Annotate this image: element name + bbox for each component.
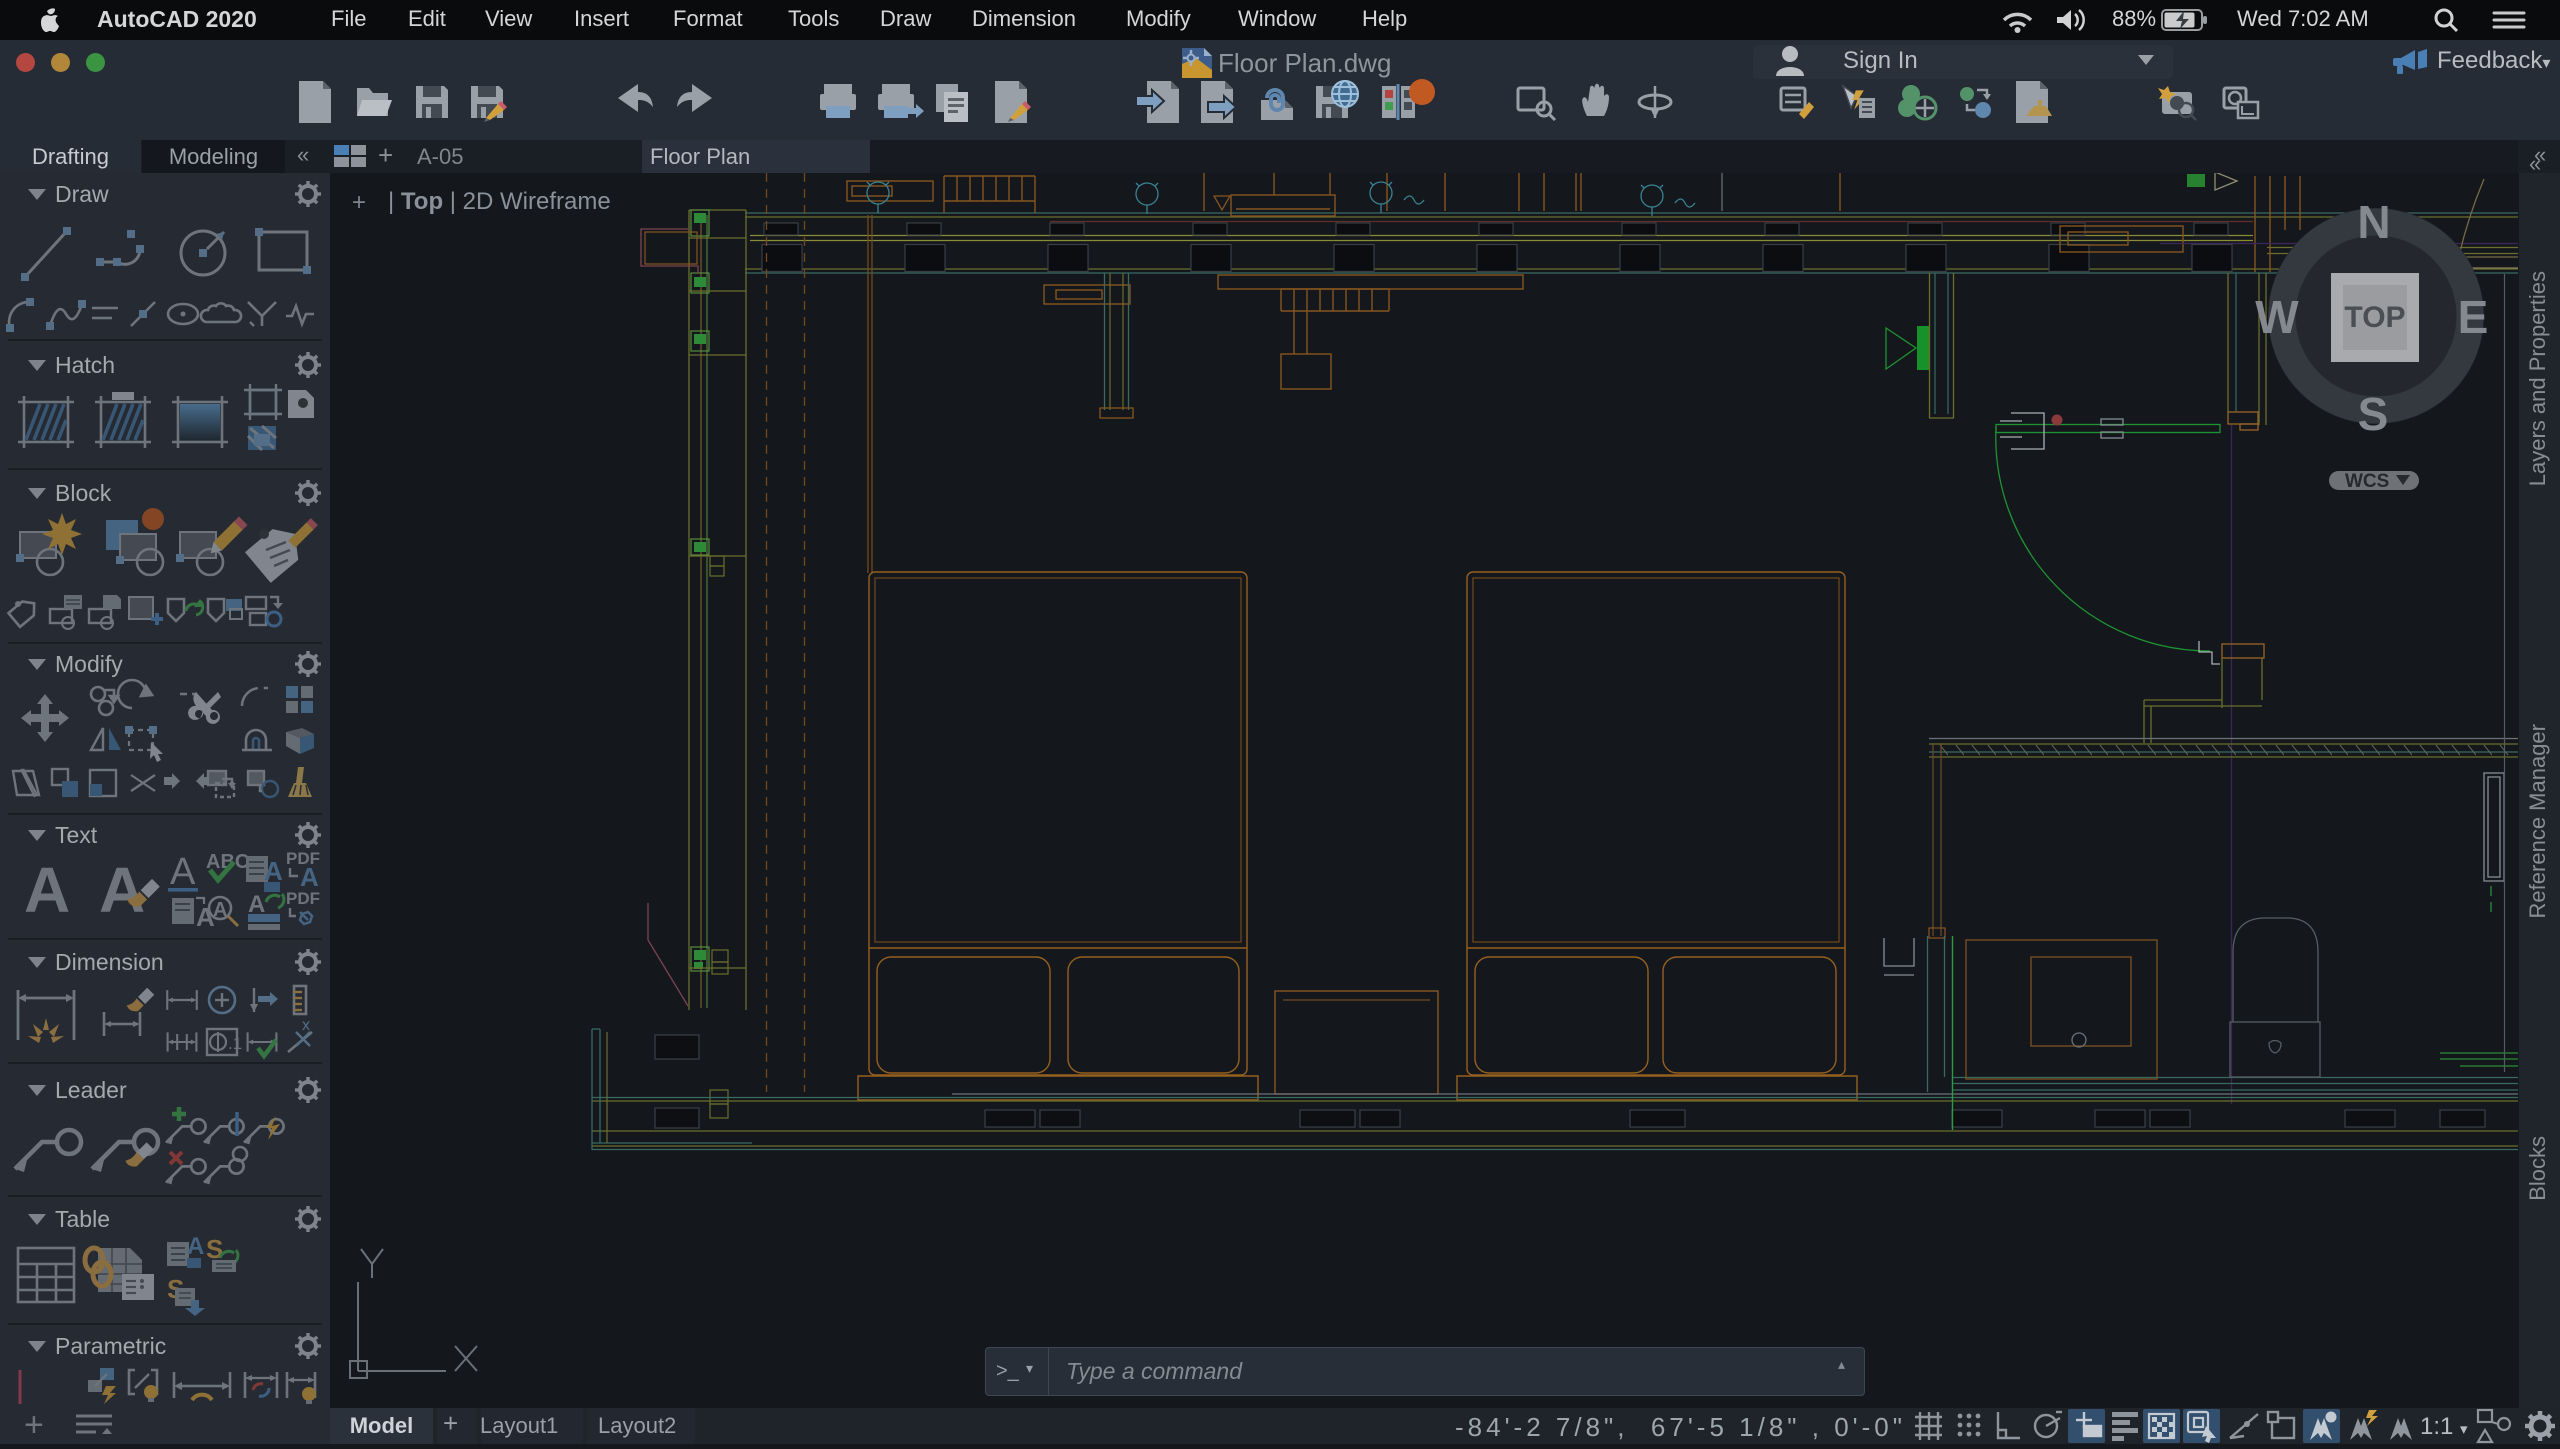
svg-text:TOP: TOP: [2344, 301, 2405, 334]
svg-text:Hatch: Hatch: [55, 352, 115, 378]
svg-text:Dimension: Dimension: [55, 949, 164, 975]
svg-text:Parametric: Parametric: [55, 1333, 166, 1359]
svg-text:A: A: [264, 856, 283, 886]
svg-text:Text: Text: [55, 822, 98, 848]
svg-text:S: S: [2358, 388, 2389, 440]
svg-text:A: A: [99, 854, 145, 926]
svg-text:S: S: [206, 1234, 223, 1264]
svg-text:.1: .1: [228, 1034, 242, 1053]
svg-text:A: A: [300, 862, 319, 892]
svg-text:Modify: Modify: [55, 651, 123, 677]
svg-text:+: +: [24, 1406, 44, 1444]
svg-text:Table: Table: [55, 1206, 110, 1232]
svg-text:A: A: [248, 891, 265, 918]
svg-text:x: x: [302, 1017, 310, 1034]
svg-text:N: N: [2357, 196, 2390, 248]
svg-text:WCS: WCS: [2345, 471, 2389, 492]
svg-text:A: A: [213, 899, 227, 921]
svg-text:A: A: [24, 854, 70, 926]
svg-text:W: W: [2255, 291, 2299, 343]
svg-text:Draw: Draw: [55, 181, 109, 207]
svg-text:PDF: PDF: [286, 889, 320, 908]
svg-text:E: E: [2458, 291, 2489, 343]
svg-text:A: A: [187, 1233, 204, 1260]
svg-text:A: A: [170, 851, 196, 893]
svg-text:Block: Block: [55, 480, 112, 506]
svg-text:Leader: Leader: [55, 1077, 127, 1103]
